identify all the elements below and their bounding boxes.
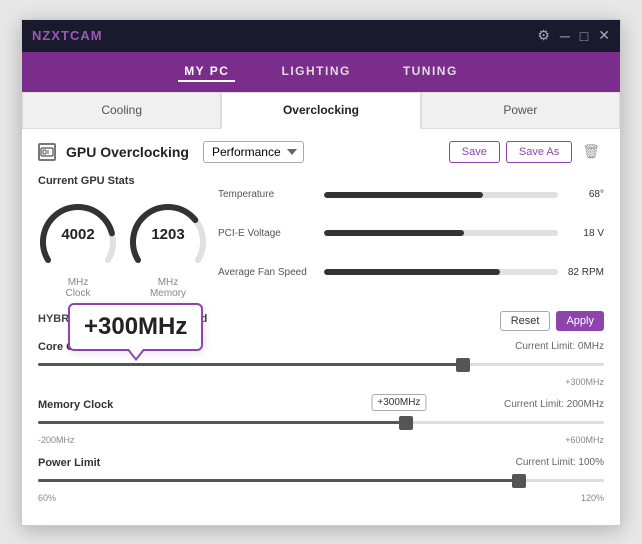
memory-value: 1203: [151, 226, 184, 243]
memory-gauge: 1203 MHz Memory: [128, 195, 208, 299]
memory-gauge-visual: 1203: [128, 195, 208, 275]
stat-temperature: Temperature 68°: [218, 189, 604, 200]
memory-clock-slider-wrap: +300MHz: [38, 413, 604, 433]
save-button[interactable]: Save: [449, 141, 500, 163]
core-clock-slider-wrap: [38, 355, 604, 375]
main-nav: MY PC LIGHTING TUNING: [22, 52, 620, 92]
gpu-icon: [38, 143, 56, 161]
memory-clock-labels: -200MHz +600MHz: [38, 435, 604, 445]
clock-gauge-visual: 4002: [38, 195, 118, 275]
nav-item-lighting[interactable]: LIGHTING: [275, 62, 356, 82]
core-clock-fill: [38, 363, 463, 366]
preset-select[interactable]: Performance Balanced Silent Custom: [203, 141, 304, 163]
tooltip-value: +300MHz: [84, 313, 187, 340]
app-title-cam: CAM: [70, 28, 103, 43]
clock-label: Clock: [65, 288, 90, 299]
power-limit-slider-group: Power Limit Current Limit: 100% 60% 120%: [38, 457, 604, 503]
stat-fanspeed-value: 82 RPM: [564, 267, 604, 278]
tab-cooling[interactable]: Cooling: [22, 92, 221, 128]
memory-clock-min: -200MHz: [38, 435, 75, 445]
main-window: NZXTCAM ⚙ ─ □ ✕ MY PC LIGHTING TUNING Co…: [21, 19, 621, 526]
clock-unit: MHz: [68, 277, 89, 288]
clock-value: 4002: [61, 226, 94, 243]
core-clock-current: Current Limit: 0MHz: [515, 341, 604, 353]
memory-clock-slider-group: Memory Clock Current Limit: 200MHz +300M…: [38, 399, 604, 445]
power-limit-min: 60%: [38, 493, 56, 503]
card-actions: Reset Apply: [500, 311, 604, 331]
app-logo: NZXTCAM: [32, 28, 103, 43]
core-clock-slider-group: +300MHz Core Clock Current Limit: 0MHz +…: [38, 341, 604, 387]
clock-gauge: 4002 MHz Clock: [38, 195, 118, 299]
memory-clock-thumb[interactable]: +300MHz: [399, 416, 413, 430]
power-limit-slider-wrap: [38, 471, 604, 491]
gpu-actions: Save Save As 🗑: [449, 141, 604, 163]
memory-clock-tag: +300MHz: [371, 394, 426, 411]
tab-power[interactable]: Power: [421, 92, 620, 128]
power-limit-thumb[interactable]: [512, 474, 526, 488]
power-limit-max: 120%: [581, 493, 604, 503]
memory-unit: MHz: [158, 277, 179, 288]
maximize-icon[interactable]: □: [580, 28, 588, 44]
gauges: 4002 MHz Clock 1203: [38, 195, 208, 299]
power-limit-current: Current Limit: 100%: [516, 457, 604, 469]
core-clock-max: +300MHz: [565, 377, 604, 387]
gpu-header: GPU Overclocking Performance Balanced Si…: [38, 141, 604, 163]
power-limit-track: [38, 479, 604, 482]
nav-item-mypc[interactable]: MY PC: [178, 62, 235, 82]
stat-voltage-fill: [324, 230, 464, 236]
stats-left: Current GPU Stats 4002 MHz Clock: [38, 175, 208, 299]
gpu-title: GPU Overclocking: [66, 144, 189, 160]
memory-clock-header: Memory Clock Current Limit: 200MHz: [38, 399, 604, 411]
titlebar-left: NZXTCAM: [32, 28, 103, 43]
stat-voltage-bar: [324, 230, 558, 236]
stats-bars: Temperature 68° PCI-E Voltage 18 V Avera…: [218, 175, 604, 299]
sliders-section: HYBRID GAMING Graphics Card Reset Apply …: [38, 311, 604, 503]
stat-fanspeed: Average Fan Speed 82 RPM: [218, 267, 604, 278]
nav-item-tuning[interactable]: TUNING: [397, 62, 464, 82]
stat-fanspeed-fill: [324, 269, 500, 275]
core-clock-track: [38, 363, 604, 366]
close-icon[interactable]: ✕: [598, 27, 610, 44]
memory-clock-max: +600MHz: [565, 435, 604, 445]
stat-fanspeed-label: Average Fan Speed: [218, 267, 318, 278]
stat-voltage: PCI-E Voltage 18 V: [218, 228, 604, 239]
power-limit-header: Power Limit Current Limit: 100%: [38, 457, 604, 469]
stats-header: Current GPU Stats: [38, 175, 208, 187]
memory-clock-fill: [38, 421, 406, 424]
memory-clock-current: Current Limit: 200MHz: [504, 399, 604, 411]
stat-voltage-label: PCI-E Voltage: [218, 228, 318, 239]
stat-fanspeed-bar: [324, 269, 558, 275]
titlebar: NZXTCAM ⚙ ─ □ ✕: [22, 20, 620, 52]
tab-overclocking[interactable]: Overclocking: [221, 92, 420, 129]
stat-voltage-value: 18 V: [564, 228, 604, 239]
tooltip-bubble: +300MHz: [68, 303, 203, 351]
minimize-icon[interactable]: ─: [560, 28, 570, 44]
stat-temp-bar: [324, 192, 558, 198]
apply-button[interactable]: Apply: [556, 311, 604, 331]
gpu-preset[interactable]: Performance Balanced Silent Custom: [203, 141, 304, 163]
tab-bar: Cooling Overclocking Power: [22, 92, 620, 129]
delete-icon[interactable]: 🗑: [578, 141, 604, 162]
memory-clock-title: Memory Clock: [38, 399, 113, 411]
stats-section: Current GPU Stats 4002 MHz Clock: [38, 175, 604, 299]
titlebar-controls: ⚙ ─ □ ✕: [537, 27, 610, 44]
content-area: GPU Overclocking Performance Balanced Si…: [22, 129, 620, 525]
power-limit-labels: 60% 120%: [38, 493, 604, 503]
settings-icon[interactable]: ⚙: [537, 27, 550, 44]
power-limit-fill: [38, 479, 519, 482]
stat-temp-fill: [324, 192, 483, 198]
app-title-nzxt: NZXT: [32, 28, 70, 43]
stat-temp-value: 68°: [564, 189, 604, 200]
reset-button[interactable]: Reset: [500, 311, 551, 331]
memory-label: Memory: [150, 288, 186, 299]
power-limit-title: Power Limit: [38, 457, 100, 469]
core-clock-thumb[interactable]: [456, 358, 470, 372]
core-clock-labels: +300MHz: [38, 377, 604, 387]
stat-temp-label: Temperature: [218, 189, 318, 200]
save-as-button[interactable]: Save As: [506, 141, 572, 163]
memory-clock-track: +300MHz: [38, 421, 604, 424]
